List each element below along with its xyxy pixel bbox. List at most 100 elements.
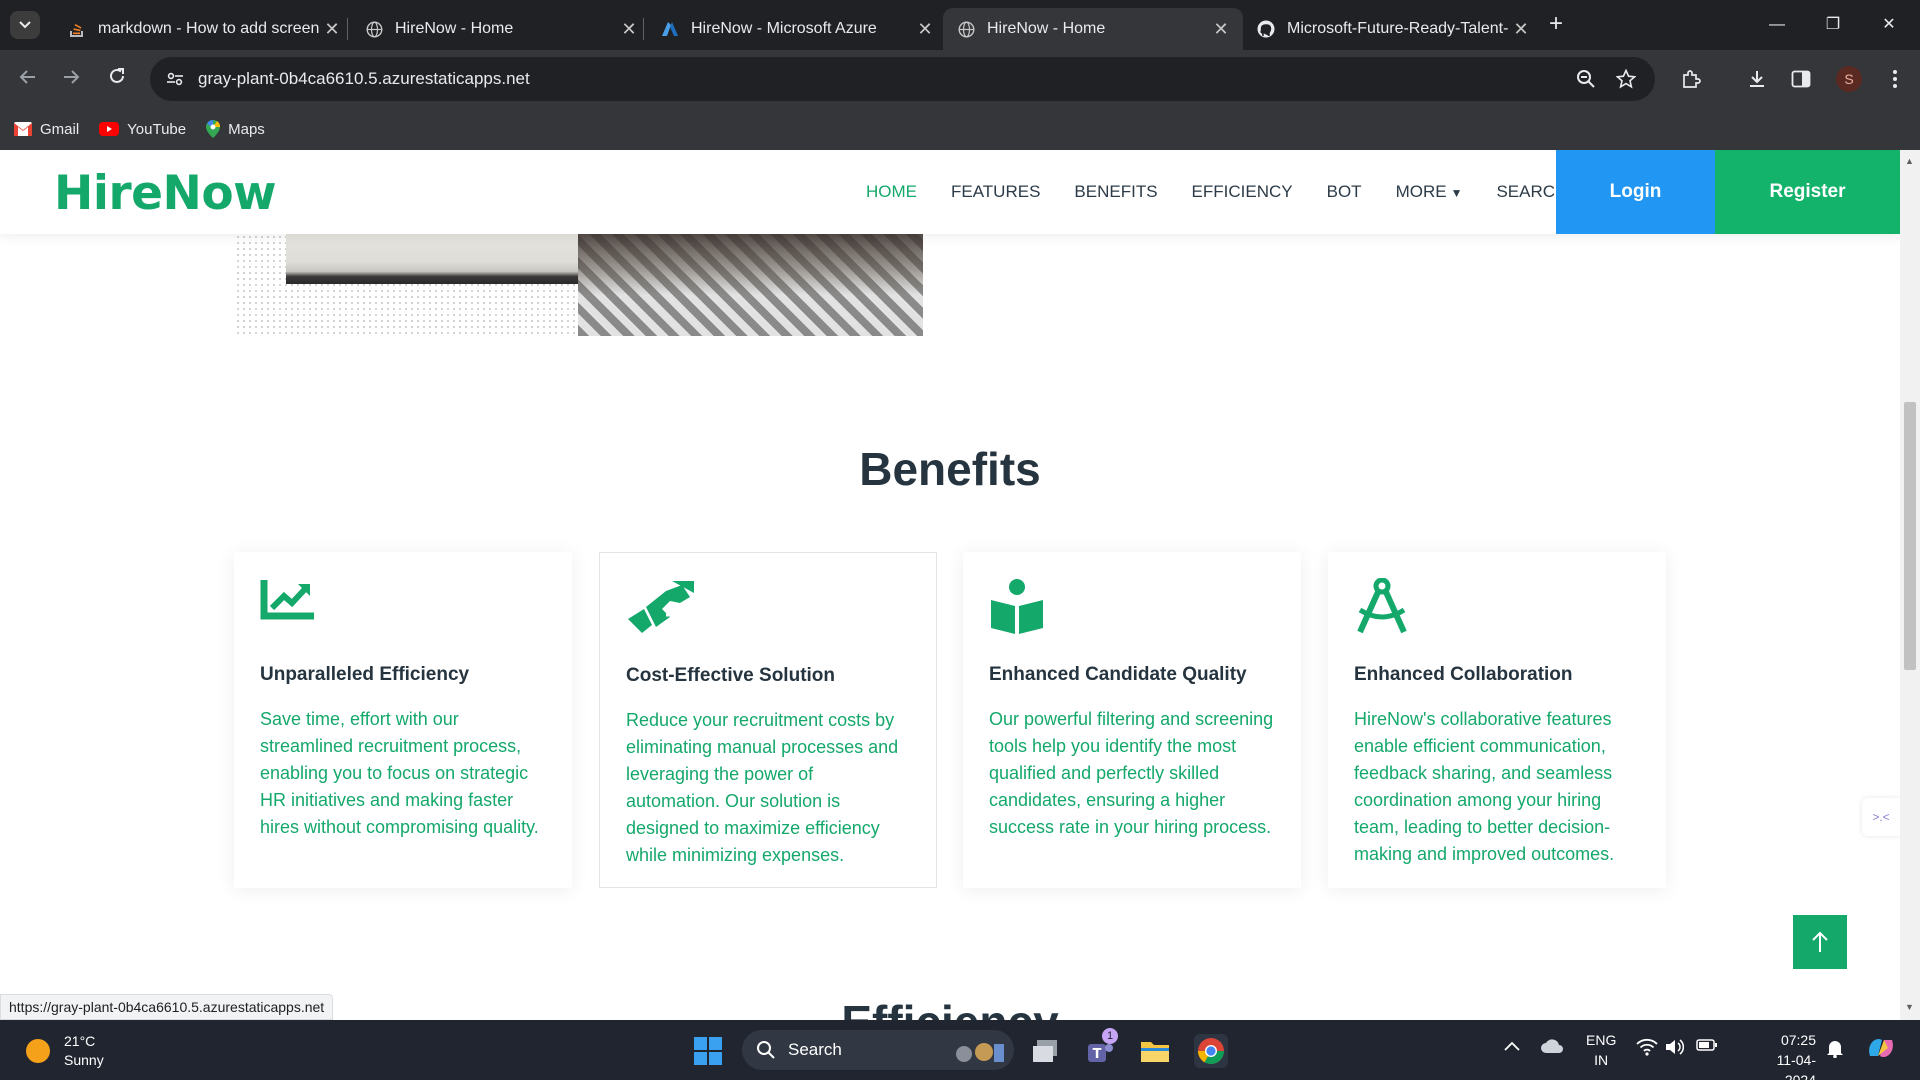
browser-tab-2[interactable]: HireNow - Home ✕: [351, 8, 651, 50]
bookmark-label: Gmail: [40, 120, 80, 138]
reload-button[interactable]: [102, 64, 132, 94]
forward-button[interactable]: [57, 64, 87, 94]
nav-home[interactable]: HOME: [866, 182, 917, 202]
scroll-down-arrow-icon[interactable]: ▼: [1905, 1002, 1914, 1012]
book-reader-icon: [989, 578, 1059, 634]
zoom-icon[interactable]: [1574, 67, 1598, 91]
windows-taskbar: 21°C Sunny Search T 1 ENG IN 07:25 11-04…: [0, 1020, 1920, 1080]
close-icon[interactable]: ✕: [619, 19, 639, 40]
menu-kebab-icon[interactable]: [1880, 64, 1910, 94]
globe-icon: [365, 20, 383, 38]
bookmark-gmail[interactable]: Gmail: [14, 121, 79, 138]
clock-date: 11-04-2024: [1776, 1052, 1816, 1080]
compass-drafting-icon: [1354, 578, 1424, 634]
extensions-icon[interactable]: [1676, 64, 1706, 94]
register-button[interactable]: Register: [1715, 150, 1900, 234]
back-button[interactable]: [12, 64, 42, 94]
page-viewport: HireNow HOME FEATURES BENEFITS EFFICIENC…: [0, 150, 1900, 1020]
sun-icon: [26, 1039, 50, 1063]
windows-start-icon[interactable]: [691, 1034, 725, 1068]
browser-toolbar: gray-plant-0b4ca6610.5.azurestaticapps.n…: [0, 50, 1920, 108]
restore-button[interactable]: ❐: [1810, 12, 1856, 38]
benefit-card-title: Cost-Effective Solution: [626, 665, 836, 686]
benefit-card-efficiency: Unparalleled Efficiency Save time, effor…: [234, 552, 572, 888]
arrow-right-icon: [64, 70, 80, 84]
chrome-taskbar-icon[interactable]: [1194, 1034, 1228, 1068]
nav-more-label: MORE: [1395, 182, 1447, 201]
volume-icon[interactable]: [1664, 1038, 1685, 1059]
wifi-icon[interactable]: [1636, 1038, 1658, 1059]
tab-title: HireNow - Home: [395, 20, 514, 37]
taskbar-search-box[interactable]: Search: [742, 1030, 1014, 1070]
system-clock[interactable]: 07:25 11-04-2024: [1748, 1030, 1816, 1080]
nav-efficiency[interactable]: EFFICIENCY: [1192, 182, 1293, 202]
scrollbar-thumb[interactable]: [1904, 402, 1916, 670]
search-icon: [757, 1041, 775, 1059]
browser-tab-4-active[interactable]: HireNow - Home ✕: [943, 8, 1243, 50]
notification-bell-icon[interactable]: [1826, 1038, 1844, 1061]
url-text[interactable]: gray-plant-0b4ca6610.5.azurestaticapps.n…: [198, 69, 530, 89]
chevron-up-icon[interactable]: [1504, 1038, 1520, 1054]
browser-tab-strip: markdown - How to add screen ✕ HireNow -…: [0, 0, 1920, 50]
benefit-card-text: Reduce your recruitment costs by elimina…: [626, 710, 899, 865]
region-code: IN: [1594, 1052, 1609, 1068]
weather-widget[interactable]: 21°C Sunny: [26, 1032, 104, 1070]
copilot-icon[interactable]: [1866, 1034, 1896, 1065]
tab-title: HireNow - Microsoft Azure: [691, 20, 877, 37]
site-logo[interactable]: HireNow: [54, 166, 277, 221]
login-button[interactable]: Login: [1556, 150, 1715, 234]
reload-icon: [110, 68, 124, 83]
svg-text:T: T: [1093, 1047, 1102, 1062]
minimize-button[interactable]: —: [1754, 12, 1800, 38]
stackoverflow-icon: [68, 20, 86, 38]
page-scrollbar[interactable]: ▲ ▼: [1900, 150, 1920, 1020]
nav-more[interactable]: MORE ▼: [1396, 182, 1463, 202]
bookmark-label: YouTube: [127, 120, 187, 138]
bookmark-star-icon[interactable]: [1614, 67, 1638, 91]
maps-icon: [206, 120, 221, 138]
bookmark-youtube[interactable]: YouTube: [99, 121, 186, 138]
tab-search-button[interactable]: [10, 11, 40, 39]
nav-features[interactable]: FEATURES: [951, 182, 1040, 202]
browser-tab-3[interactable]: HireNow - Microsoft Azure ✕: [647, 8, 947, 50]
github-icon: [1257, 20, 1275, 38]
browser-tab-1[interactable]: markdown - How to add screen ✕: [54, 8, 354, 50]
youtube-icon: [99, 122, 120, 136]
close-icon[interactable]: ✕: [915, 19, 935, 40]
close-icon[interactable]: ✕: [1511, 19, 1531, 40]
new-tab-button[interactable]: +: [1542, 10, 1570, 38]
download-icon[interactable]: [1742, 64, 1772, 94]
benefit-card-title: Unparalleled Efficiency: [260, 664, 470, 685]
back-to-top-button[interactable]: [1793, 915, 1847, 969]
bookmark-maps[interactable]: Maps: [206, 120, 265, 138]
window-close-button[interactable]: ✕: [1866, 12, 1912, 38]
nav-bot[interactable]: BOT: [1327, 182, 1362, 202]
nav-benefits[interactable]: BENEFITS: [1074, 182, 1157, 202]
side-panel-icon[interactable]: [1786, 64, 1816, 94]
task-view-icon[interactable]: [1028, 1034, 1062, 1068]
benefit-card-quality: Enhanced Candidate Quality Our powerful …: [963, 552, 1301, 888]
file-explorer-icon[interactable]: [1138, 1034, 1172, 1068]
office-photo: [286, 234, 578, 284]
section-title-benefits: Benefits: [859, 443, 1041, 495]
profile-avatar[interactable]: S: [1836, 66, 1862, 92]
input-language-indicator[interactable]: ENG IN: [1586, 1030, 1616, 1070]
site-navbar: HireNow HOME FEATURES BENEFITS EFFICIENC…: [0, 150, 1900, 234]
benefit-card-collaboration: Enhanced Collaboration HireNow's collabo…: [1328, 552, 1666, 888]
tab-divider: [347, 18, 348, 40]
address-bar[interactable]: gray-plant-0b4ca6610.5.azurestaticapps.n…: [150, 57, 1655, 101]
tab-title: markdown - How to add screen: [98, 20, 320, 37]
browser-tab-5[interactable]: Microsoft-Future-Ready-Talent- ✕: [1243, 8, 1543, 50]
teams-notification-badge: 1: [1102, 1028, 1118, 1044]
chatbot-side-tab[interactable]: >.<: [1862, 798, 1900, 836]
onedrive-cloud-icon[interactable]: [1540, 1038, 1564, 1057]
benefit-card-text: Save time, effort with our streamlined r…: [260, 709, 539, 837]
benefit-card-title: Enhanced Candidate Quality: [989, 664, 1247, 685]
search-highlight-illustration-icon: [956, 1043, 1004, 1062]
site-settings-icon[interactable]: [164, 71, 186, 87]
close-icon[interactable]: ✕: [322, 19, 342, 40]
scroll-up-arrow-icon[interactable]: ▲: [1905, 156, 1914, 166]
battery-icon[interactable]: [1696, 1038, 1718, 1055]
close-icon[interactable]: ✕: [1211, 19, 1231, 40]
chevron-down-icon: ▼: [1450, 186, 1463, 200]
